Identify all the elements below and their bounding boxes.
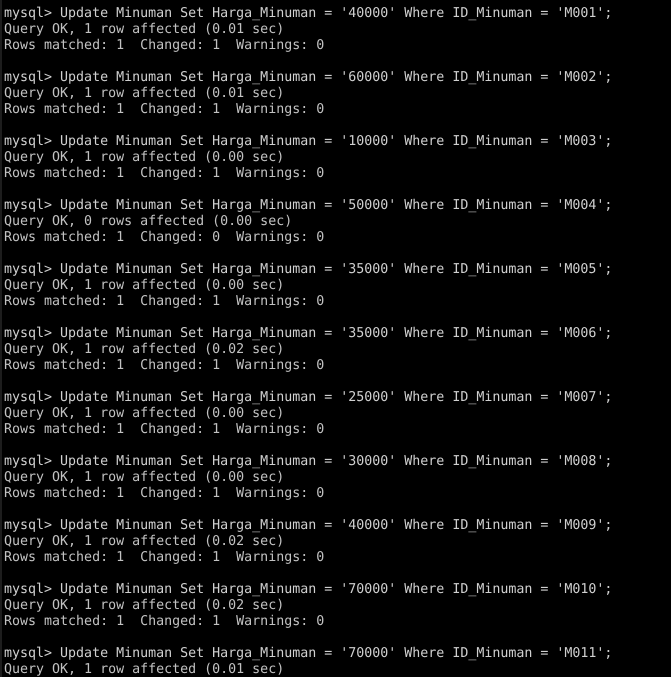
query-block: mysql> Update Minuman Set Harga_Minuman … (4, 133, 671, 181)
query-status-line: Query OK, 1 row affected (0.02 sec) (4, 533, 285, 549)
query-block: mysql> Update Minuman Set Harga_Minuman … (4, 325, 671, 373)
query-block: mysql> Update Minuman Set Harga_Minuman … (4, 645, 671, 677)
query-status-line: Query OK, 1 row affected (0.01 sec) (4, 85, 285, 101)
query-status-line: Query OK, 1 row affected (0.00 sec) (4, 277, 285, 293)
mysql-console-window[interactable]: mysql> Update Minuman Set Harga_Minuman … (0, 0, 671, 677)
command-line: mysql> Update Minuman Set Harga_Minuman … (4, 645, 613, 661)
rows-summary-line: Rows matched: 1 Changed: 1 Warnings: 0 (4, 549, 325, 565)
query-block: mysql> Update Minuman Set Harga_Minuman … (4, 389, 671, 437)
command-line: mysql> Update Minuman Set Harga_Minuman … (4, 453, 613, 469)
command-line: mysql> Update Minuman Set Harga_Minuman … (4, 261, 613, 277)
rows-summary-line: Rows matched: 1 Changed: 1 Warnings: 0 (4, 357, 325, 373)
query-status-line: Query OK, 1 row affected (0.00 sec) (4, 405, 285, 421)
query-block: mysql> Update Minuman Set Harga_Minuman … (4, 5, 671, 53)
command-line: mysql> Update Minuman Set Harga_Minuman … (4, 5, 613, 21)
rows-summary-line: Rows matched: 1 Changed: 0 Warnings: 0 (4, 229, 325, 245)
rows-summary-line: Rows matched: 1 Changed: 1 Warnings: 0 (4, 613, 325, 629)
console-output-area[interactable]: mysql> Update Minuman Set Harga_Minuman … (4, 0, 671, 677)
query-status-line: Query OK, 1 row affected (0.00 sec) (4, 149, 285, 165)
query-status-line: Query OK, 1 row affected (0.02 sec) (4, 597, 285, 613)
query-block: mysql> Update Minuman Set Harga_Minuman … (4, 453, 671, 501)
command-line: mysql> Update Minuman Set Harga_Minuman … (4, 581, 613, 597)
query-block: mysql> Update Minuman Set Harga_Minuman … (4, 197, 671, 245)
query-block: mysql> Update Minuman Set Harga_Minuman … (4, 581, 671, 629)
query-block: mysql> Update Minuman Set Harga_Minuman … (4, 261, 671, 309)
query-block: mysql> Update Minuman Set Harga_Minuman … (4, 517, 671, 565)
query-status-line: Query OK, 1 row affected (0.02 sec) (4, 341, 285, 357)
query-status-line: Query OK, 1 row affected (0.01 sec) (4, 661, 285, 677)
rows-summary-line: Rows matched: 1 Changed: 1 Warnings: 0 (4, 421, 325, 437)
query-status-line: Query OK, 1 row affected (0.00 sec) (4, 469, 285, 485)
rows-summary-line: Rows matched: 1 Changed: 1 Warnings: 0 (4, 101, 325, 117)
query-status-line: Query OK, 0 rows affected (0.00 sec) (4, 213, 293, 229)
command-line: mysql> Update Minuman Set Harga_Minuman … (4, 325, 613, 341)
query-block: mysql> Update Minuman Set Harga_Minuman … (4, 69, 671, 117)
query-status-line: Query OK, 1 row affected (0.01 sec) (4, 21, 285, 37)
rows-summary-line: Rows matched: 1 Changed: 1 Warnings: 0 (4, 485, 325, 501)
rows-summary-line: Rows matched: 1 Changed: 1 Warnings: 0 (4, 293, 325, 309)
command-line: mysql> Update Minuman Set Harga_Minuman … (4, 133, 613, 149)
command-line: mysql> Update Minuman Set Harga_Minuman … (4, 389, 613, 405)
command-line: mysql> Update Minuman Set Harga_Minuman … (4, 197, 613, 213)
command-line: mysql> Update Minuman Set Harga_Minuman … (4, 517, 613, 533)
rows-summary-line: Rows matched: 1 Changed: 1 Warnings: 0 (4, 37, 325, 53)
command-line: mysql> Update Minuman Set Harga_Minuman … (4, 69, 613, 85)
rows-summary-line: Rows matched: 1 Changed: 1 Warnings: 0 (4, 165, 325, 181)
